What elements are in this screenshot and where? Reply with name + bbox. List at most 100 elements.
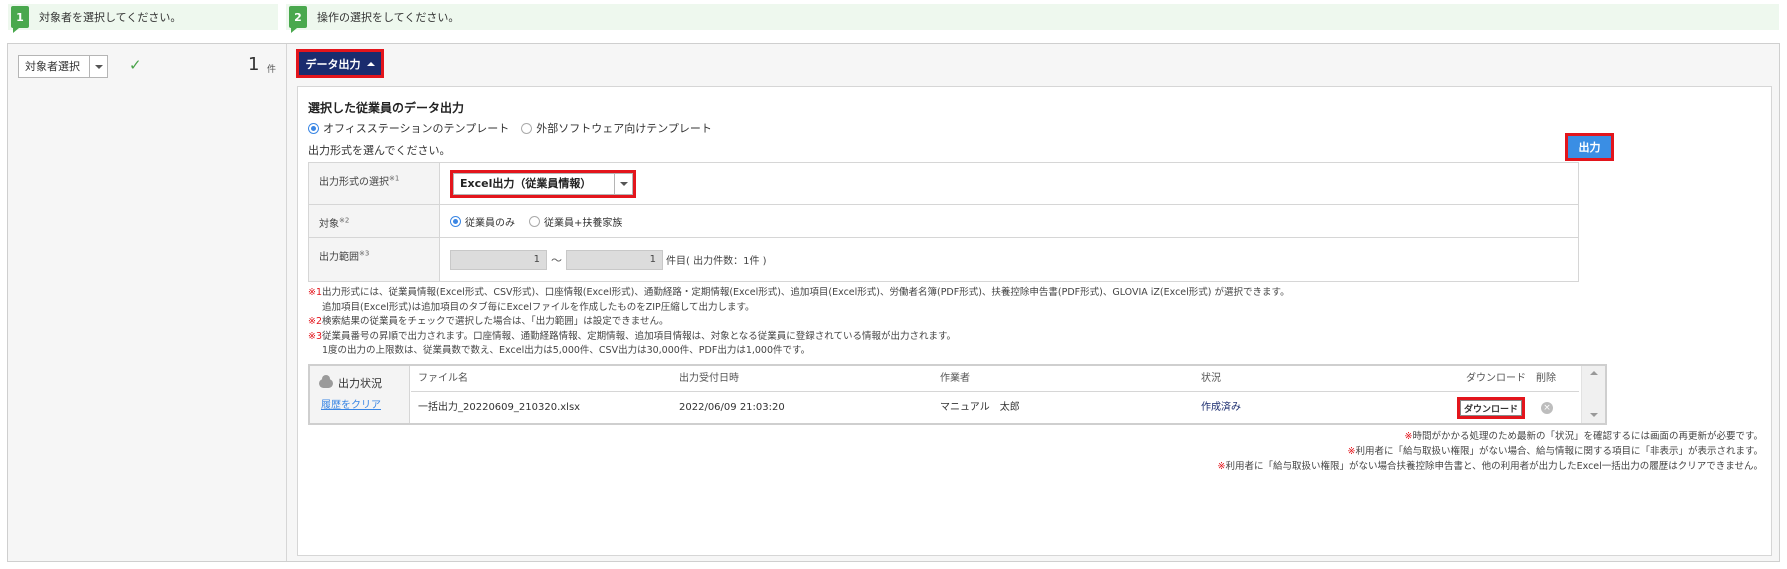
output-button[interactable]: 出力 <box>1568 136 1611 158</box>
check-icon: ✓ <box>129 56 142 74</box>
format-label: 出力形式の選択※1 <box>309 163 440 204</box>
range-separator: 〜 <box>551 253 562 267</box>
template-option-office-station[interactable]: オフィスステーションのテンプレート <box>308 120 509 136</box>
selected-count: 1 <box>248 54 260 75</box>
scroll-up-icon[interactable] <box>1590 371 1598 375</box>
footnote-text: 従業員番号の昇順で出力されます。口座情報、通勤経路情報、定期情報、追加項目情報は… <box>322 330 957 342</box>
download-button[interactable]: ダウンロード <box>1460 400 1522 416</box>
step-1-label: 対象者を選択してください。 <box>39 11 182 24</box>
row-file-name: 一括出力_20220609_210320.xlsx <box>418 402 581 413</box>
step-number-1: 1 <box>11 6 29 33</box>
step-1-header: 1 対象者を選択してください。 <box>8 4 278 33</box>
status-table-header: ファイル名 出力受付日時 作業者 状況 ダウンロード 削除 <box>411 366 1579 392</box>
template-radio-group: オフィスステーションのテンプレート 外部ソフトウェア向けテンプレート <box>308 120 724 136</box>
target-select-label: 対象者選択 <box>25 60 80 73</box>
download-highlight: ダウンロード <box>1457 397 1525 419</box>
target-label: 対象※2 <box>309 205 440 237</box>
status-note-2: ※利用者に「給与取扱い権限」がない場合、給与情報に関する項目に「非表示」が表示さ… <box>1218 444 1763 459</box>
note-text: 利用者に「給与取扱い権限」がない場合、給与情報に関する項目に「非表示」が表示され… <box>1355 446 1763 457</box>
footnote-1-line-2: 追加項目(Excel形式)は追加項目のタブ毎にExcelファイルを作成したものを… <box>322 301 755 313</box>
operation-column: データ出力 選択した従業員のデータ出力 オフィスステーションのテンプレート 外部… <box>288 44 1779 561</box>
status-title-text: 出力状況 <box>338 377 382 390</box>
range-count-text: 件目( 出力件数：1件 ) <box>666 256 767 267</box>
range-label-text: 出力範囲 <box>319 252 359 263</box>
radio-unselected-icon[interactable] <box>521 122 533 134</box>
step-2-label: 操作の選択をしてください。 <box>317 11 460 24</box>
format-hint: 出力形式を選んでください。 <box>308 144 451 157</box>
target-select-dropdown[interactable]: 対象者選択 <box>18 55 108 78</box>
scroll-down-icon[interactable] <box>1590 413 1598 417</box>
range-from-input[interactable]: 1 <box>450 249 547 270</box>
format-select[interactable]: Excel出力（従業員情報） <box>453 172 633 195</box>
footnote-text: 検索結果の従業員をチェックで選択した場合は、「出力範囲」は設定できません。 <box>322 316 669 327</box>
data-export-label: データ出力 <box>305 57 361 71</box>
column-header-datetime: 出力受付日時 <box>679 373 739 384</box>
target-option-label: 従業員のみ <box>465 217 515 229</box>
radio-unselected-icon[interactable] <box>529 215 540 227</box>
radio-selected-icon[interactable] <box>308 122 319 134</box>
footnote-1: ※1出力形式には、従業員情報(Excel形式、CSV形式)、口座情報(Excel… <box>308 286 1290 301</box>
status-note-1: ※時間がかかる処理のため最新の「状況」を確認するには画面の再更新が必要です。 <box>1218 429 1763 444</box>
range-to-input[interactable]: 1 <box>566 249 663 270</box>
cloud-icon <box>319 374 333 388</box>
target-option-employee-only[interactable]: 従業員のみ <box>450 214 515 229</box>
target-label-text: 対象 <box>319 219 339 230</box>
footnote-mark: ※3 <box>308 330 323 342</box>
format-label-text: 出力形式の選択 <box>319 177 389 188</box>
step-2-header: 2 操作の選択をしてください。 <box>286 4 1779 33</box>
column-header-worker: 作業者 <box>940 373 970 384</box>
clear-history-link[interactable]: 履歴をクリア <box>321 396 381 411</box>
range-note-mark: ※3 <box>359 249 370 258</box>
footnote-mark: ※2 <box>308 316 323 327</box>
chevron-up-icon <box>366 61 375 66</box>
radio-selected-icon[interactable] <box>450 215 461 227</box>
output-status-table: 出力状況 履歴をクリア ファイル名 出力受付日時 作業者 状況 ダウンロード 削… <box>308 364 1607 425</box>
format-select-highlight: Excel出力（従業員情報） <box>450 169 636 198</box>
status-note-3: ※利用者に「給与取扱い権限」がない場合扶養控除申告書と、他の利用者が出力したEx… <box>1218 459 1763 474</box>
column-header-download: ダウンロード <box>1466 373 1526 384</box>
main-frame: 対象者選択 ✓ 1 件 データ出力 選択した従業員のデータ出力 オフィスステーシ… <box>7 43 1780 562</box>
footnote-text: 出力形式には、従業員情報(Excel形式、CSV形式)、口座情報(Excel形式… <box>322 287 1290 298</box>
table-row: 一括出力_20220609_210320.xlsx 2022/06/09 21:… <box>411 393 1579 423</box>
format-select-value: Excel出力（従業員情報） <box>460 176 592 190</box>
chevron-down-icon[interactable] <box>614 173 632 194</box>
status-title: 出力状況 <box>319 374 382 391</box>
column-header-delete: 削除 <box>1536 373 1556 384</box>
range-value-cell: 1 〜 1 件目( 出力件数：1件 ) <box>440 238 1578 281</box>
data-export-highlight: データ出力 <box>296 49 384 78</box>
range-row: 出力範囲※3 1 〜 1 件目( 出力件数：1件 ) <box>309 238 1578 281</box>
format-row: 出力形式の選択※1 Excel出力（従業員情報） <box>309 163 1578 205</box>
target-row: 対象※2 従業員のみ 従業員+扶養家族 <box>309 205 1578 238</box>
note-text: 時間がかかる処理のため最新の「状況」を確認するには画面の再更新が必要です。 <box>1412 431 1763 442</box>
range-label: 出力範囲※3 <box>309 238 440 281</box>
export-settings-form: 出力形式の選択※1 Excel出力（従業員情報） 対象※2 従業員のみ 従業員+… <box>308 162 1579 282</box>
footnote-mark: ※1 <box>308 287 323 298</box>
status-sidebar: 出力状況 履歴をクリア <box>310 366 410 423</box>
row-datetime: 2022/06/09 21:03:20 <box>679 402 785 413</box>
step-number-2: 2 <box>289 6 307 33</box>
column-header-status: 状況 <box>1201 373 1221 384</box>
column-header-file: ファイル名 <box>418 373 468 384</box>
format-value-cell: Excel出力（従業員情報） <box>440 163 1578 204</box>
chevron-down-icon[interactable] <box>89 56 107 77</box>
target-value-cell: 従業員のみ 従業員+扶養家族 <box>440 205 1578 237</box>
template-option-external-software[interactable]: 外部ソフトウェア向けテンプレート <box>521 120 712 136</box>
target-option-label: 従業員+扶養家族 <box>544 217 623 229</box>
data-export-button[interactable]: データ出力 <box>299 52 381 75</box>
footnote-3: ※3従業員番号の昇順で出力されます。口座情報、通勤経路情報、定期情報、追加項目情… <box>308 330 1290 345</box>
panel-title: 選択した従業員のデータ出力 <box>308 101 465 115</box>
delete-icon[interactable]: × <box>1541 402 1553 414</box>
target-selection-column: 対象者選択 ✓ 1 件 <box>8 44 287 561</box>
target-option-employee-family[interactable]: 従業員+扶養家族 <box>529 214 622 229</box>
status-notes: ※時間がかかる処理のため最新の「状況」を確認するには画面の再更新が必要です。 ※… <box>1218 429 1763 474</box>
status-scrollbar[interactable] <box>1581 366 1605 423</box>
output-button-highlight: 出力 <box>1565 133 1614 161</box>
target-note-mark: ※2 <box>339 216 350 225</box>
footnotes: ※1出力形式には、従業員情報(Excel形式、CSV形式)、口座情報(Excel… <box>308 286 1290 359</box>
data-export-panel: 選択した従業員のデータ出力 オフィスステーションのテンプレート 外部ソフトウェア… <box>297 86 1772 556</box>
row-status: 作成済み <box>1201 402 1241 413</box>
template-option-label: オフィスステーションのテンプレート <box>323 122 510 135</box>
selected-count-unit: 件 <box>267 65 277 75</box>
format-note-mark: ※1 <box>389 174 400 183</box>
footnote-3-line-2: 1度の出力の上限数は、従業員数で数え、Excel出力は5,000件、CSV出力は… <box>322 345 811 356</box>
